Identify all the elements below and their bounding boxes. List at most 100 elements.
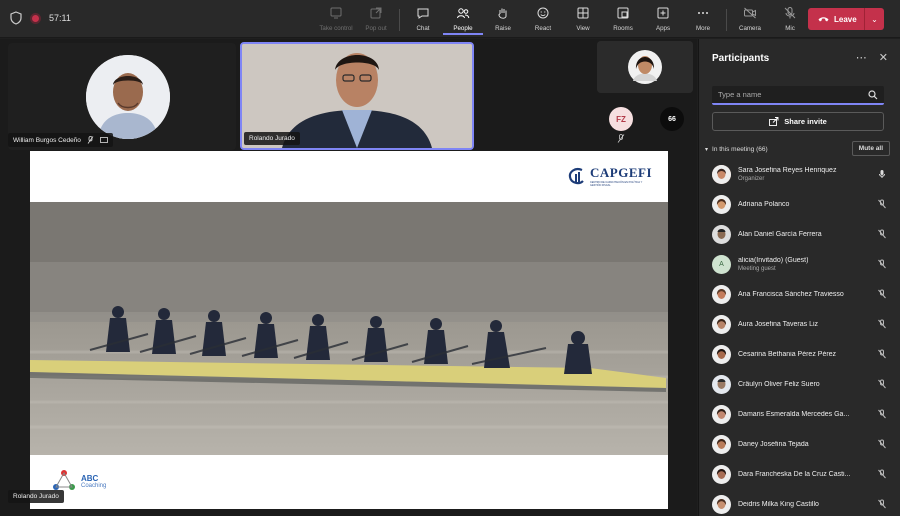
participant-row[interactable]: Damaris Esmeralda Mercedes Ga... [699, 399, 900, 429]
share-invite-icon [769, 117, 779, 126]
participant-avatar [712, 434, 731, 454]
participant-search[interactable] [712, 86, 884, 105]
take-control-button[interactable]: Take control [316, 3, 356, 35]
chat-icon [417, 8, 429, 19]
guest-initial-avatar: A [712, 254, 731, 274]
rowing-boat-illustration [30, 202, 668, 455]
slide-footer: ABC Coaching [30, 457, 668, 509]
mic-label: Mic [785, 25, 795, 32]
participant-avatar [712, 224, 731, 244]
mic-button[interactable]: Mic [770, 3, 810, 35]
in-meeting-section-header[interactable]: ▾ In this meeting (66) Mute all [705, 141, 890, 156]
participant-role: Organizer [738, 175, 765, 182]
pop-out-icon [370, 7, 382, 19]
participant-info: Aura Josefina Taveras Liz [738, 321, 870, 328]
capgefi-emblem-icon [568, 168, 584, 185]
rooms-icon [617, 7, 629, 19]
close-icon[interactable]: ✕ [879, 51, 888, 64]
participant-avatar [712, 404, 731, 424]
participant-row[interactable]: A alicia(Invitado) (Guest) Meeting guest [699, 249, 900, 279]
mic-off-icon [878, 199, 886, 209]
participant-name: Cräulyn Oliver Feliz Suero [738, 380, 820, 388]
shield-icon [10, 11, 22, 25]
raise-label: Raise [495, 25, 511, 32]
react-button[interactable]: React [523, 3, 563, 35]
participant-info: Cesarina Bethania Pérez Pérez [738, 351, 870, 358]
participant-info: Daney Josefina Tejada [738, 441, 870, 448]
share-invite-label: Share invite [784, 117, 827, 126]
meeting-status: 57:11 [10, 11, 71, 25]
participant-name: Alan Daniel García Ferrera [738, 230, 822, 238]
pop-out-label: Pop out [365, 25, 387, 32]
participant-row[interactable]: Adriana Polanco [699, 189, 900, 219]
view-icon [577, 7, 589, 19]
participant-name: Aura Josefina Taveras Liz [738, 320, 819, 328]
apps-button[interactable]: Apps [643, 3, 683, 35]
toolbar-buttons: Take control Pop out Chat People Raise R… [316, 3, 850, 35]
more-button[interactable]: More [683, 3, 723, 35]
react-label: React [534, 25, 552, 32]
participant-name: Sara Josefina Reyes Henriquez [738, 166, 837, 174]
participant-avatar [712, 194, 731, 214]
video-tile-william[interactable]: William Burgos Cedeño [8, 43, 236, 150]
people-button[interactable]: People [443, 3, 483, 35]
participant-info: alicia(Invitado) (Guest) Meeting guest [738, 257, 870, 272]
mic-off-icon [878, 289, 886, 299]
participant-name: Ana Francisca Sánchez Traviesso [738, 290, 844, 298]
rooms-label: Rooms [613, 25, 633, 32]
abc-wordmark: ABC [81, 473, 99, 483]
mic-off-icon [87, 136, 94, 144]
participant-row[interactable]: Ana Francisca Sánchez Traviesso [699, 279, 900, 309]
participant-row[interactable]: Aura Josefina Taveras Liz [699, 309, 900, 339]
raise-hand-button[interactable]: Raise [483, 3, 523, 35]
participant-row[interactable]: Cräulyn Oliver Feliz Suero [699, 369, 900, 399]
participant-row[interactable]: Daney Josefina Tejada [699, 429, 900, 459]
mic-on-icon [879, 170, 885, 178]
phone-hangup-icon [818, 17, 829, 22]
rooms-button[interactable]: Rooms [603, 3, 643, 35]
panel-title: Participants [712, 53, 770, 64]
participant-row[interactable]: Deidris Milka King Castillo [699, 489, 900, 516]
capgefi-wordmark: CAPGEFI [590, 165, 652, 180]
overflow-participants-count[interactable]: 66 [660, 107, 684, 131]
chat-button[interactable]: Chat [403, 3, 443, 35]
participant-avatar [712, 284, 731, 304]
participant-row[interactable]: Alan Daniel García Ferrera [699, 219, 900, 249]
leave-button[interactable]: Leave ⌄ [808, 8, 884, 30]
capgefi-logo: CAPGEFI CENTRO DE CAPACITACIÓN EN POLÍTI… [567, 165, 652, 187]
capgefi-tagline: CENTRO DE CAPACITACIÓN EN POLÍTICA Y GES… [590, 181, 643, 187]
participant-avatar [712, 314, 731, 334]
self-video-tile[interactable] [597, 41, 693, 93]
mic-off-icon [617, 134, 625, 143]
search-input[interactable] [718, 90, 858, 99]
pop-out-button[interactable]: Pop out [356, 3, 396, 35]
share-invite-button[interactable]: Share invite [712, 112, 884, 131]
rowing-team-photo [30, 202, 668, 455]
leave-main[interactable]: Leave [808, 8, 865, 30]
participant-initials-avatar[interactable]: FZ [609, 107, 633, 131]
slide-header: CAPGEFI CENTRO DE CAPACITACIÓN EN POLÍTI… [30, 151, 668, 197]
raise-hand-icon [498, 8, 507, 19]
camera-button[interactable]: Camera [730, 3, 770, 35]
participant-row[interactable]: Cesarina Bethania Pérez Pérez [699, 339, 900, 369]
more-options-icon[interactable]: ⋯ [856, 51, 867, 64]
participant-name: Dara Francheska De la Cruz Casti... [738, 470, 851, 478]
participant-row[interactable]: Dara Francheska De la Cruz Casti... [699, 459, 900, 489]
participant-info: Dara Francheska De la Cruz Casti... [738, 471, 870, 478]
screen-share-icon [100, 136, 108, 143]
participant-info: Deidris Milka King Castillo [738, 501, 870, 508]
chevron-down-icon: ▾ [705, 146, 709, 153]
mic-off-icon [878, 439, 886, 449]
participant-row[interactable]: Sara Josefina Reyes Henriquez Organizer [699, 159, 900, 189]
self-avatar-icon [597, 41, 693, 93]
video-tile-rolando[interactable]: Rolando Jurado [240, 42, 474, 150]
meeting-toolbar: 57:11 Take control Pop out Chat People R… [0, 0, 900, 38]
toolbar-divider [726, 9, 727, 31]
mute-all-button[interactable]: Mute all [851, 141, 890, 156]
mic-off-icon [878, 319, 886, 329]
mic-off-icon [878, 349, 886, 359]
leave-options-chevron-icon[interactable]: ⌄ [865, 15, 884, 24]
view-button[interactable]: View [563, 3, 603, 35]
teams-meeting-window: 57:11 Take control Pop out Chat People R… [0, 0, 900, 516]
participant-info: Alan Daniel García Ferrera [738, 231, 870, 238]
